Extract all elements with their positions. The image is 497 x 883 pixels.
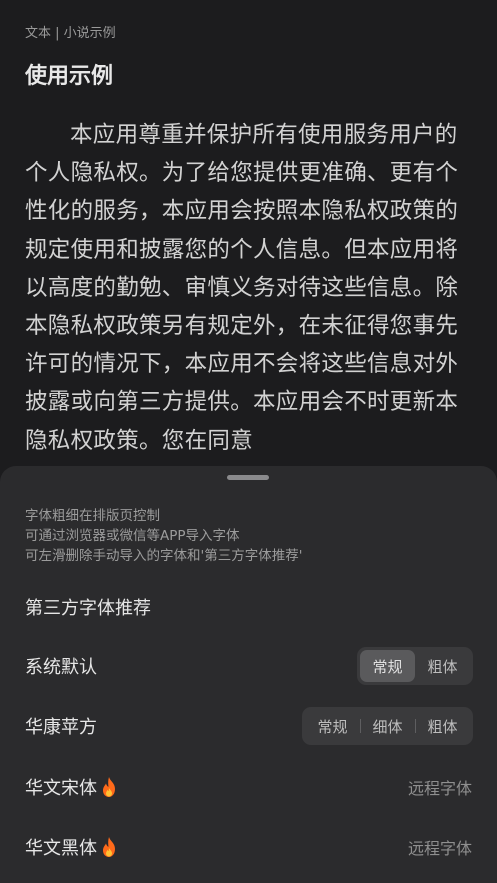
weight-option-light[interactable]: 细体 bbox=[360, 710, 415, 742]
breadcrumb: 文本 | 小说示例 bbox=[25, 26, 116, 41]
hint-line: 字体粗细在排版页控制 bbox=[25, 508, 160, 524]
weight-option-bold[interactable]: 粗体 bbox=[415, 710, 470, 742]
weight-segmented-control: 常规 粗体 bbox=[357, 647, 473, 685]
font-row-system-default[interactable]: 系统默认 常规 粗体 bbox=[0, 636, 497, 696]
fire-icon bbox=[103, 777, 115, 797]
chapter-body-text: 本应用尊重并保护所有使用服务用户的个人隐私权。为了给您提供更准确、更有个性化的服… bbox=[25, 122, 459, 454]
font-settings-sheet: 字体粗细在排版页控制 可通过浏览器或微信等APP导入字体 可左滑删除手动导入的字… bbox=[0, 466, 497, 883]
weight-segmented-control: 常规 细体 粗体 bbox=[302, 707, 473, 745]
weight-option-bold[interactable]: 粗体 bbox=[415, 650, 470, 682]
hint-line: 可通过浏览器或微信等APP导入字体 bbox=[25, 528, 240, 544]
font-row-huakang-pingfang[interactable]: 华康苹方 常规 细体 粗体 bbox=[0, 696, 497, 756]
remote-font-label[interactable]: 远程字体 bbox=[408, 775, 472, 799]
hint-line: 可左滑删除手动导入的字体和'第三方字体推荐' bbox=[25, 548, 303, 564]
sheet-grab-handle[interactable] bbox=[227, 475, 269, 480]
font-hints: 字体粗细在排版页控制 可通过浏览器或微信等APP导入字体 可左滑删除手动导入的字… bbox=[25, 506, 302, 566]
font-row-huawen-songti[interactable]: 华文宋体 远程字体 bbox=[0, 757, 497, 817]
weight-option-regular[interactable]: 常规 bbox=[360, 650, 415, 682]
font-name: 系统默认 bbox=[25, 657, 97, 678]
font-name: 华文宋体 bbox=[25, 774, 118, 800]
chapter-title: 使用示例 bbox=[25, 64, 114, 89]
font-name: 华康苹方 bbox=[25, 717, 97, 738]
font-name: 华文黑体 bbox=[25, 834, 118, 860]
third-party-fonts-title[interactable]: 第三方字体推荐 bbox=[25, 594, 151, 620]
weight-option-regular[interactable]: 常规 bbox=[305, 710, 360, 742]
font-row-huawen-heiti[interactable]: 华文黑体 远程字体 bbox=[0, 817, 497, 877]
fire-icon bbox=[103, 837, 115, 857]
remote-font-label[interactable]: 远程字体 bbox=[408, 835, 472, 859]
